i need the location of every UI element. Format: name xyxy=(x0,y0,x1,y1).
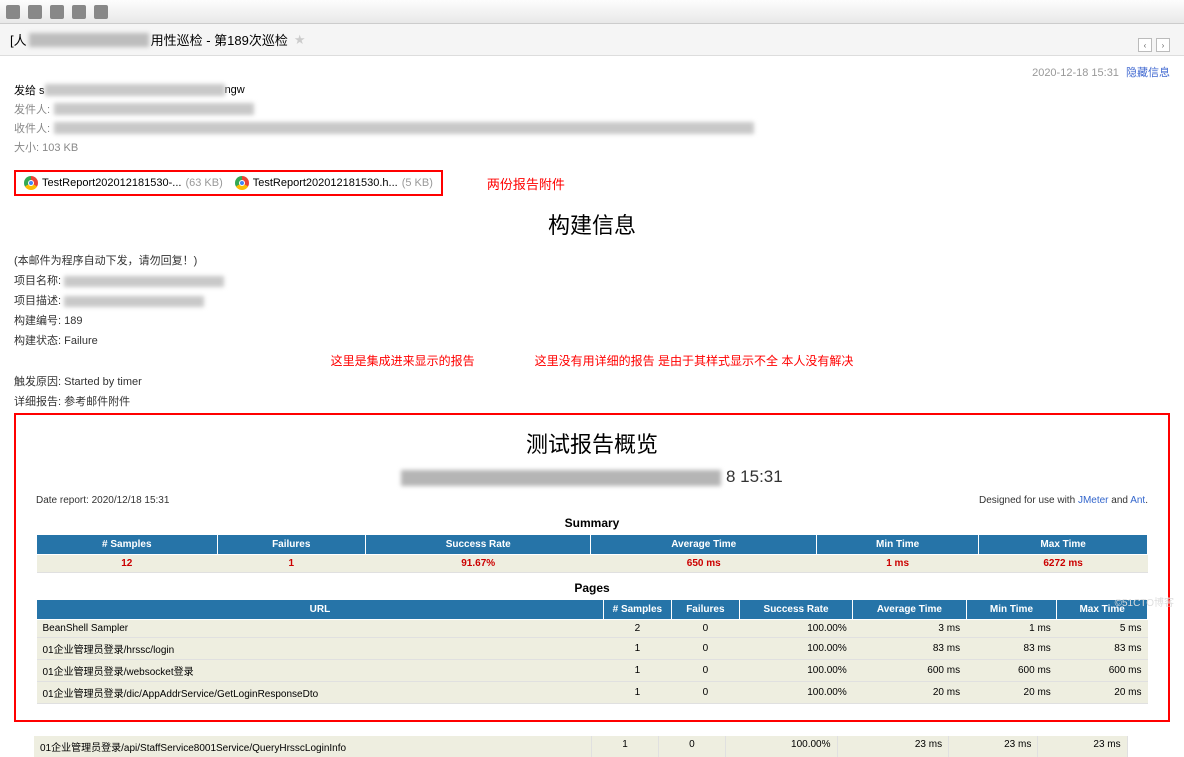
redacted xyxy=(29,33,149,47)
build-info-title: 构建信息 xyxy=(0,200,1184,248)
col-header: Average Time xyxy=(591,535,817,555)
redacted xyxy=(54,103,254,115)
report-date: Date report: 2020/12/18 15:31 xyxy=(36,495,169,506)
table-row: BeanShell Sampler20100.00%3 ms1 ms5 ms xyxy=(37,620,1148,638)
subject-prefix: [人 xyxy=(10,30,27,49)
auto-note: (本邮件为程序自动下发，请勿回复！) xyxy=(14,252,1170,268)
size-label: 大小: 103 KB xyxy=(14,139,78,155)
attachment[interactable]: TestReport202012181530-... (63 KB) xyxy=(24,176,223,190)
recipient-label: 收件人: xyxy=(14,120,50,136)
col-header: URL xyxy=(37,600,604,620)
nav-arrows: ‹ › xyxy=(1138,38,1170,52)
tool-icon[interactable] xyxy=(6,5,20,19)
col-header: Average Time xyxy=(853,600,966,620)
col-header: Min Time xyxy=(966,600,1057,620)
annotation-mid-right: 这里没有用详细的报告 是由于其样式显示不全 本人没有解决 xyxy=(535,352,854,369)
summary-table: # SamplesFailuresSuccess RateAverage Tim… xyxy=(36,534,1148,573)
designed-for: Designed for use with JMeter and Ant. xyxy=(979,495,1148,506)
summary-title: Summary xyxy=(36,512,1148,534)
report-title: 测试报告概览 xyxy=(36,423,1148,467)
tool-icon[interactable] xyxy=(94,5,108,19)
col-header: Success Rate xyxy=(365,535,591,555)
subject-suffix: 用性巡检 - 第189次巡检 xyxy=(151,30,288,49)
col-header: Success Rate xyxy=(739,600,852,620)
email-header: ‹ › 2020-12-18 15:31 隐藏信息 发给 s ngw 发件人: … xyxy=(0,56,1184,166)
ant-link[interactable]: Ant xyxy=(1130,495,1145,506)
header-timestamp: 2020-12-18 15:31 隐藏信息 xyxy=(1032,64,1170,80)
hide-link[interactable]: 隐藏信息 xyxy=(1126,67,1170,79)
redacted xyxy=(401,470,721,486)
col-header: # Samples xyxy=(37,535,218,555)
col-header: Min Time xyxy=(816,535,978,555)
col-header: Failures xyxy=(671,600,739,620)
next-arrow[interactable]: › xyxy=(1156,38,1170,52)
email-subject: [人 用性巡检 - 第189次巡检 ★ xyxy=(0,24,1184,56)
pages-table: URL# SamplesFailuresSuccess RateAverage … xyxy=(36,599,1148,704)
prev-arrow[interactable]: ‹ xyxy=(1138,38,1152,52)
build-meta: (本邮件为程序自动下发，请勿回复！) 项目名称: 项目描述: 构建编号: 189… xyxy=(0,252,1184,348)
col-header: # Samples xyxy=(603,600,671,620)
tool-icon[interactable] xyxy=(72,5,86,19)
watermark: ©51CTO博客 xyxy=(1115,594,1174,609)
annotation-row: 这里是集成进来显示的报告 这里没有用详细的报告 是由于其样式显示不全 本人没有解… xyxy=(0,352,1184,369)
app-toolbar xyxy=(0,0,1184,24)
report-subtitle: 8 15:31 xyxy=(36,467,1148,495)
overflow-row: 01企业管理员登录/api/StaffService8001Service/Qu… xyxy=(0,736,1184,757)
table-row: 01企业管理员登录/dic/AppAddrService/GetLoginRes… xyxy=(37,682,1148,704)
to-label: 发给 s xyxy=(14,82,45,98)
annotation-mid-left: 这里是集成进来显示的报告 xyxy=(331,352,475,369)
redacted xyxy=(54,122,754,134)
chrome-icon xyxy=(235,176,249,190)
tool-icon[interactable] xyxy=(50,5,64,19)
col-header: Max Time xyxy=(979,535,1148,555)
redacted xyxy=(64,276,224,287)
annotation-attach: 两份报告附件 xyxy=(487,174,565,193)
pages-title: Pages xyxy=(36,577,1148,599)
attachment[interactable]: TestReport202012181530.h... (5 KB) xyxy=(235,176,433,190)
star-icon[interactable]: ★ xyxy=(294,32,306,48)
chrome-icon xyxy=(24,176,38,190)
tool-icon[interactable] xyxy=(28,5,42,19)
attachments-box: TestReport202012181530-... (63 KB) TestR… xyxy=(14,170,443,196)
table-row: 01企业管理员登录/hrssc/login10100.00%83 ms83 ms… xyxy=(37,638,1148,660)
jmeter-link[interactable]: JMeter xyxy=(1078,495,1109,506)
email-title xyxy=(14,64,1170,78)
sender-label: 发件人: xyxy=(14,101,50,117)
build-meta-2: 触发原因: Started by timer 详细报告: 参考邮件附件 xyxy=(0,373,1184,409)
report-overview-box: 测试报告概览 8 15:31 Date report: 2020/12/18 1… xyxy=(14,413,1170,722)
redacted xyxy=(45,84,225,96)
col-header: Failures xyxy=(217,535,365,555)
redacted xyxy=(64,296,204,307)
table-row: 01企业管理员登录/websocket登录10100.00%600 ms600 … xyxy=(37,660,1148,682)
